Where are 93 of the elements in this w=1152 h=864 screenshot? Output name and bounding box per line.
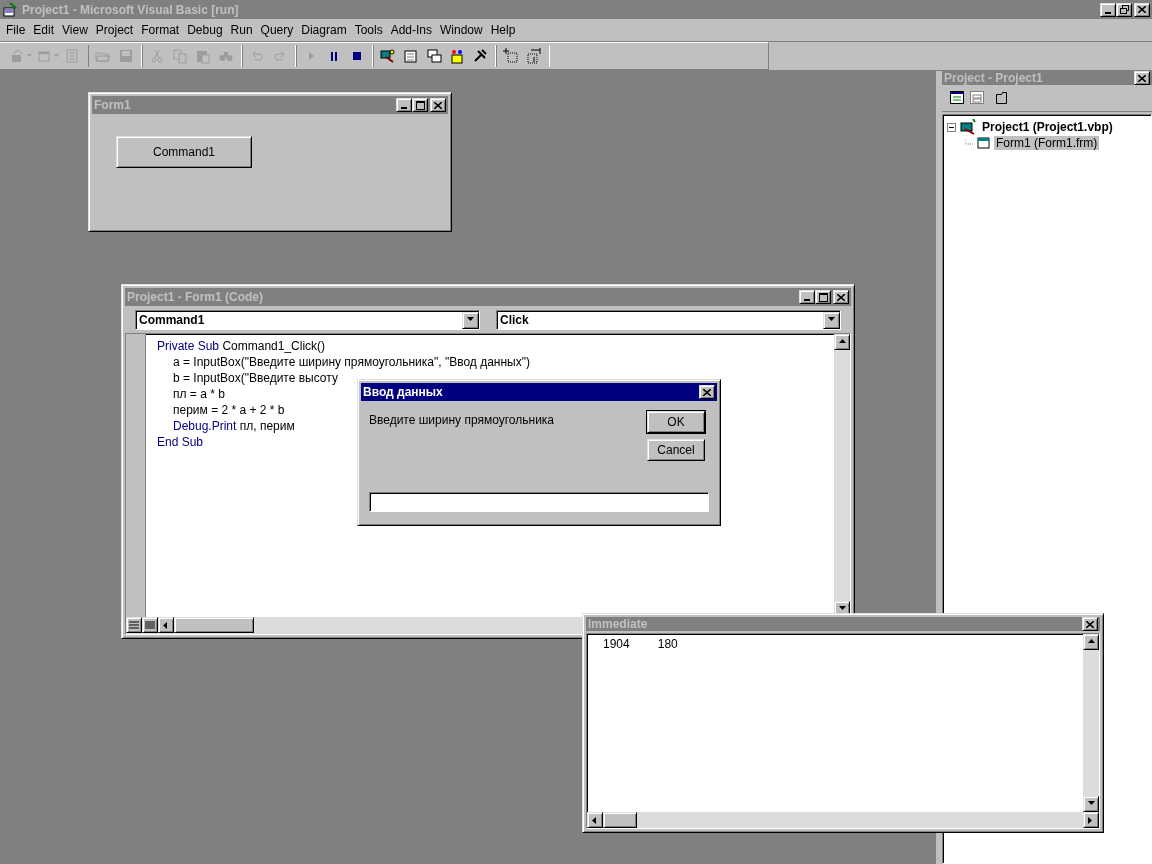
project-icon bbox=[959, 119, 977, 135]
close-icon bbox=[1138, 6, 1146, 13]
close-button[interactable] bbox=[833, 290, 849, 304]
horizontal-scrollbar[interactable] bbox=[587, 812, 1099, 828]
output-value: 1904 bbox=[603, 637, 630, 651]
app-icon bbox=[2, 1, 18, 18]
paste-icon bbox=[195, 48, 211, 64]
minimize-button[interactable] bbox=[799, 290, 815, 304]
project-explorer-icon bbox=[380, 48, 396, 64]
save-icon bbox=[118, 48, 134, 64]
close-button[interactable] bbox=[1134, 71, 1150, 85]
menu-item[interactable]: Project bbox=[91, 23, 138, 37]
maximize-icon bbox=[415, 100, 425, 110]
position-icon bbox=[503, 48, 519, 64]
code-line: a = InputBox("Введите ширину прямоугольника", "Ввод данных") bbox=[173, 354, 530, 370]
window-title: Form1 bbox=[94, 98, 132, 112]
cut-icon bbox=[149, 48, 165, 64]
menu-item[interactable]: Edit bbox=[29, 23, 59, 37]
properties-icon bbox=[403, 48, 419, 64]
close-button[interactable] bbox=[699, 385, 715, 399]
close-icon bbox=[1138, 74, 1146, 82]
menu-item[interactable]: Debug bbox=[183, 23, 227, 37]
dialog-button[interactable]: Cancel bbox=[647, 439, 705, 461]
maximize-icon bbox=[818, 292, 828, 302]
close-icon bbox=[703, 388, 711, 396]
close-button[interactable] bbox=[1082, 617, 1098, 631]
module-view-icon bbox=[145, 620, 155, 630]
menu-item[interactable]: View bbox=[58, 23, 92, 37]
close-button[interactable] bbox=[1134, 2, 1150, 17]
caret-icon bbox=[27, 54, 32, 58]
menu-item[interactable]: Diagram bbox=[297, 23, 351, 37]
minimize-icon bbox=[804, 299, 810, 301]
menu-item[interactable]: Format bbox=[137, 23, 184, 37]
procedure-view-icon bbox=[129, 620, 139, 630]
code-view-icon bbox=[949, 90, 965, 106]
code-line: пл = a * b bbox=[173, 386, 225, 402]
menu-item[interactable]: Run bbox=[226, 23, 257, 37]
code-line: Private Sub Command1_Click() bbox=[157, 338, 326, 354]
add-project-icon bbox=[10, 48, 26, 64]
code-line: перим = 2 * a + 2 * b bbox=[173, 402, 285, 418]
dialog-button[interactable]: OK bbox=[647, 411, 705, 433]
window-title: Immediate bbox=[588, 617, 649, 631]
input-field[interactable] bbox=[369, 492, 709, 512]
tree-line-icon bbox=[965, 138, 974, 148]
output-value: 180 bbox=[657, 637, 678, 651]
command-button[interactable]: Command1 bbox=[116, 136, 252, 168]
menu-item[interactable]: File bbox=[2, 23, 30, 37]
view-object-button[interactable] bbox=[968, 89, 986, 107]
maximize-button[interactable] bbox=[412, 98, 428, 112]
copy-icon bbox=[172, 48, 188, 64]
restore-button[interactable] bbox=[1116, 2, 1132, 17]
code-line: b = InputBox("Введите высоту bbox=[173, 370, 338, 386]
caret-icon bbox=[54, 54, 59, 58]
maximize-button[interactable] bbox=[815, 290, 831, 304]
window-title: Project1 - Microsoft Visual Basic [run] bbox=[22, 2, 240, 17]
minimize-button[interactable] bbox=[396, 98, 412, 112]
menu-item[interactable]: Add-Ins bbox=[386, 23, 436, 37]
window-title: Project - Project1 bbox=[944, 71, 1044, 85]
close-icon bbox=[434, 101, 442, 109]
size-icon bbox=[526, 48, 542, 64]
menu-item[interactable]: Tools bbox=[350, 23, 387, 37]
minimize-icon bbox=[1105, 11, 1111, 14]
menu-editor-icon bbox=[64, 48, 80, 64]
prompt-text: Введите ширину прямоугольника bbox=[369, 412, 555, 427]
close-icon bbox=[837, 293, 845, 301]
form-icon bbox=[977, 136, 991, 150]
object-browser-icon bbox=[449, 48, 465, 64]
object-dropdown[interactable]: Command1 bbox=[135, 310, 480, 330]
restore-icon bbox=[1119, 5, 1129, 14]
module-view-button[interactable] bbox=[142, 617, 158, 633]
minimize-icon bbox=[401, 107, 407, 109]
minimize-button[interactable] bbox=[1100, 2, 1116, 17]
menu-item[interactable]: Help bbox=[486, 23, 520, 37]
procedure-view-button[interactable] bbox=[126, 617, 142, 633]
procedure-dropdown[interactable]: Click bbox=[496, 310, 841, 330]
code-line: End Sub bbox=[157, 434, 204, 450]
toolbox-icon bbox=[472, 48, 488, 64]
scroll-thumb[interactable] bbox=[603, 812, 637, 828]
tree-item[interactable]: Project1 (Project1.vbp) bbox=[980, 120, 1115, 134]
scroll-thumb[interactable] bbox=[174, 617, 254, 633]
code-line: Debug.Print пл, перим bbox=[173, 418, 295, 434]
form-layout-icon bbox=[426, 48, 442, 64]
window-title: Ввод данных bbox=[363, 385, 444, 399]
menu-item[interactable]: Query bbox=[256, 23, 298, 37]
add-form-icon bbox=[37, 48, 53, 64]
tree-item[interactable]: Form1 (Form1.frm) bbox=[994, 136, 1100, 150]
menu-item[interactable]: Window bbox=[436, 23, 487, 37]
view-code-button[interactable] bbox=[948, 89, 966, 107]
vertical-scrollbar[interactable] bbox=[1083, 634, 1099, 812]
close-button[interactable] bbox=[430, 98, 446, 112]
window-title: Project1 - Form1 (Code) bbox=[127, 290, 265, 304]
form-view-icon bbox=[969, 90, 985, 106]
close-icon bbox=[1086, 620, 1094, 628]
